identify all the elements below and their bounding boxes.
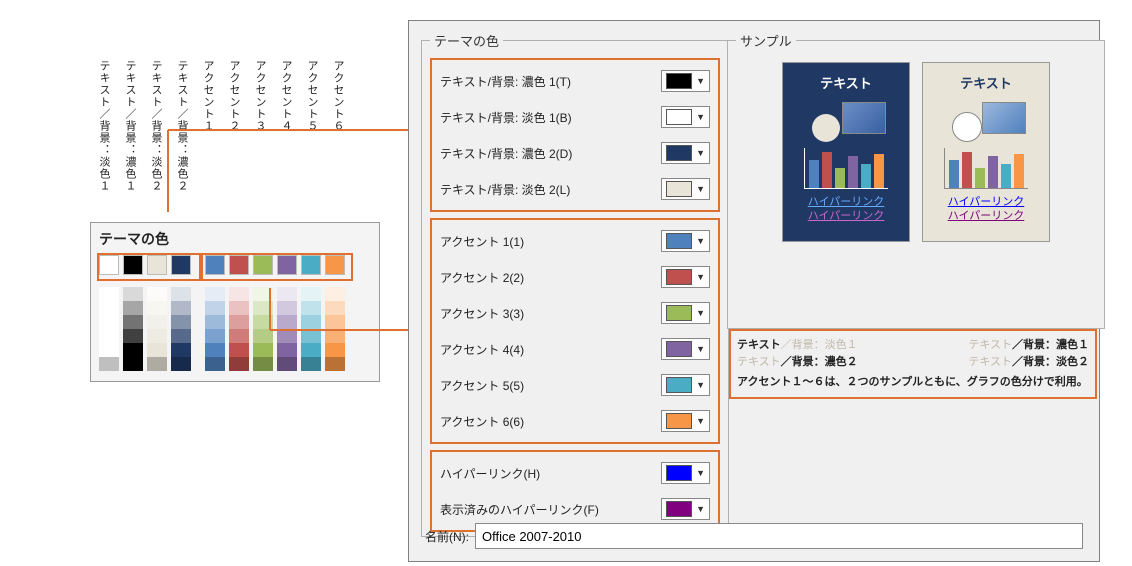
color-row: アクセント 5(5) ▼	[434, 368, 716, 402]
color-swatch	[666, 377, 692, 393]
color-row: テキスト/背景: 濃色 2(D) ▼	[434, 136, 716, 170]
sample-dark-link2: ハイパーリンク	[808, 209, 885, 223]
sample-group: サンプル テキスト ハイパーリンク ハイパーリンク テキスト	[727, 31, 1105, 329]
color-picker-button[interactable]: ▼	[661, 462, 710, 484]
color-row: アクセント 1(1) ▼	[434, 224, 716, 258]
color-row-label: アクセント 4(4)	[440, 341, 524, 358]
color-picker-button[interactable]: ▼	[661, 230, 710, 252]
color-row-label: アクセント 1(1)	[440, 233, 524, 250]
color-row: アクセント 6(6) ▼	[434, 404, 716, 438]
color-picker-button[interactable]: ▼	[661, 178, 710, 200]
sample-light-link1: ハイパーリンク	[948, 195, 1025, 209]
chevron-down-icon: ▼	[696, 344, 705, 354]
color-swatch	[666, 233, 692, 249]
color-swatch	[666, 145, 692, 161]
notes-box: テキスト／背景：淡色１ テキスト／背景：濃色１ テキスト／背景：濃色２ テキスト…	[729, 329, 1097, 399]
chart-bar	[874, 154, 884, 188]
color-row-label: テキスト/背景: 淡色 2(L)	[440, 181, 570, 198]
chart-bar	[975, 168, 985, 188]
sample-light-link2: ハイパーリンク	[948, 209, 1025, 223]
color-swatch	[666, 465, 692, 481]
theme-color-dialog: テーマの色 テキスト/背景: 濃色 1(T) ▼ テキスト/背景: 淡色 1(B) ▼…	[408, 20, 1100, 562]
chart-bar	[861, 164, 871, 188]
color-row-label: アクセント 2(2)	[440, 269, 524, 286]
color-row: アクセント 4(4) ▼	[434, 332, 716, 366]
sample-legend: サンプル	[736, 31, 796, 50]
color-row: アクセント 3(3) ▼	[434, 296, 716, 330]
color-swatch	[666, 269, 692, 285]
color-picker-button[interactable]: ▼	[661, 70, 710, 92]
color-swatch	[666, 181, 692, 197]
color-picker-button[interactable]: ▼	[661, 374, 710, 396]
color-swatch	[666, 501, 692, 517]
color-row: アクセント 2(2) ▼	[434, 260, 716, 294]
color-row: テキスト/背景: 淡色 2(L) ▼	[434, 172, 716, 206]
color-swatch	[666, 109, 692, 125]
chart-bar	[988, 156, 998, 188]
color-row-label: アクセント 5(5)	[440, 377, 524, 394]
txtbg-group-box: テキスト/背景: 濃色 1(T)▼テキスト/背景: 淡色 1(B)▼テキスト/背…	[430, 58, 720, 212]
chevron-down-icon: ▼	[696, 148, 705, 158]
chevron-down-icon: ▼	[696, 184, 705, 194]
name-row: 名前(N):	[415, 519, 1093, 557]
chart-bar	[848, 156, 858, 188]
color-row-label: ハイパーリンク(H)	[440, 465, 540, 482]
color-row-label: テキスト/背景: 濃色 1(T)	[440, 73, 571, 90]
chevron-down-icon: ▼	[696, 308, 705, 318]
chart-bar	[1014, 154, 1024, 188]
color-row-label: 表示済みのハイパーリンク(F)	[440, 501, 599, 518]
chart-bar	[962, 152, 972, 188]
chart-bar	[822, 152, 832, 188]
sample-light-text: テキスト	[960, 73, 1012, 92]
chevron-down-icon: ▼	[696, 416, 705, 426]
chevron-down-icon: ▼	[696, 272, 705, 282]
chevron-down-icon: ▼	[696, 76, 705, 86]
name-label: 名前(N):	[425, 528, 469, 545]
color-swatch	[666, 341, 692, 357]
sample-card-light: テキスト ハイパーリンク ハイパーリンク	[922, 62, 1050, 242]
color-row-label: アクセント 6(6)	[440, 413, 524, 430]
color-row: ハイパーリンク(H) ▼	[434, 456, 716, 490]
accent-group-box: アクセント 1(1)▼アクセント 2(2)▼アクセント 3(3)▼アクセント 4…	[430, 218, 720, 444]
color-picker-button[interactable]: ▼	[661, 302, 710, 324]
theme-colors-legend: テーマの色	[430, 31, 503, 50]
sample-dark-chart	[804, 148, 888, 189]
name-input[interactable]	[475, 523, 1083, 549]
color-picker-button[interactable]: ▼	[661, 106, 710, 128]
chart-bar	[1001, 164, 1011, 188]
chevron-down-icon: ▼	[696, 236, 705, 246]
chevron-down-icon: ▼	[696, 504, 705, 514]
color-picker-button[interactable]: ▼	[661, 410, 710, 432]
chart-bar	[949, 160, 959, 188]
color-picker-button[interactable]: ▼	[661, 266, 710, 288]
color-row: テキスト/背景: 濃色 1(T) ▼	[434, 64, 716, 98]
color-swatch	[666, 305, 692, 321]
chart-bar	[809, 160, 819, 188]
chevron-down-icon: ▼	[696, 468, 705, 478]
color-row-label: テキスト/背景: 淡色 1(B)	[440, 109, 572, 126]
color-picker-button[interactable]: ▼	[661, 498, 710, 520]
color-picker-button[interactable]: ▼	[661, 338, 710, 360]
color-swatch	[666, 413, 692, 429]
chevron-down-icon: ▼	[696, 380, 705, 390]
chevron-down-icon: ▼	[696, 112, 705, 122]
sample-light-chart	[944, 148, 1028, 189]
color-picker-button[interactable]: ▼	[661, 142, 710, 164]
sample-dark-text: テキスト	[820, 73, 872, 92]
color-row-label: テキスト/背景: 濃色 2(D)	[440, 145, 572, 162]
theme-colors-group: テーマの色 テキスト/背景: 濃色 1(T) ▼ テキスト/背景: 淡色 1(B) ▼…	[421, 31, 729, 537]
sample-card-dark: テキスト ハイパーリンク ハイパーリンク	[782, 62, 910, 242]
sample-dark-link1: ハイパーリンク	[808, 195, 885, 209]
color-swatch	[666, 73, 692, 89]
color-row-label: アクセント 3(3)	[440, 305, 524, 322]
color-row: テキスト/背景: 淡色 1(B) ▼	[434, 100, 716, 134]
chart-bar	[835, 168, 845, 188]
